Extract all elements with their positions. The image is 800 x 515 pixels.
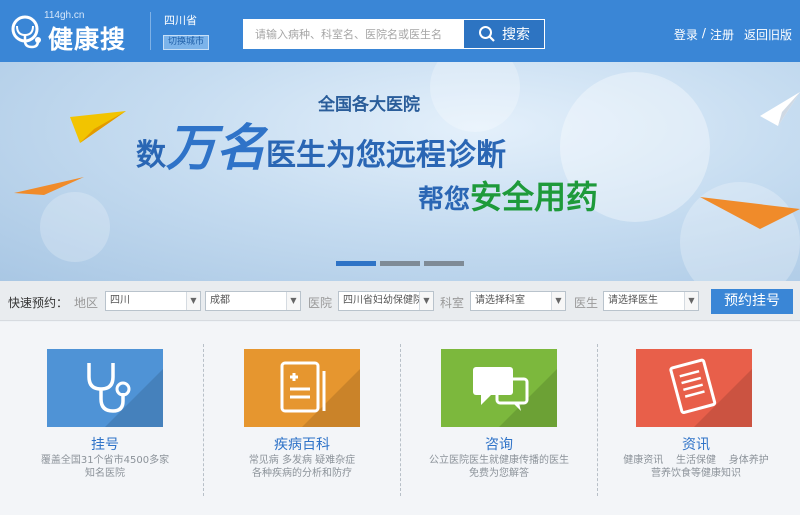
stethoscope-icon [87,363,163,427]
chevron-down-icon: ▼ [186,292,200,310]
quick-booking-bar: 快速预约： 地区 四川 ▼ 成都 ▼ 医院 四川省妇幼保健院 ▼ 科室 请选择科… [0,281,800,321]
feature-title[interactable]: 资讯 [598,434,794,454]
feature-desc-line: 免费为您解答 [469,468,529,479]
chevron-down-icon: ▼ [419,292,433,310]
headline-highlight: 万名 [166,119,266,177]
feature-title[interactable]: 疾病百科 [204,434,400,454]
current-province: 四川省 [164,14,197,27]
top-header: 114gh.cn 健康搜 四川省 切换城市 搜索 登录 / 注册 返回旧版 [0,0,800,62]
feature-consultation: 咨询 公立医院医生就健康传播的医生 免费为您解答 [401,322,597,515]
search-input[interactable] [243,19,463,49]
feature-news: 资讯 健康资讯 生活保健 身体养护 营养饮食等健康知识 [598,322,794,515]
department-select-value: 请选择科室 [475,295,525,306]
feature-registration: 挂号 覆盖全国31个省市4500多家 知名医院 [7,322,203,515]
feature-description: 常见病 多发病 疑难杂症 各种疾病的分析和防疗 [204,454,400,480]
city-select[interactable]: 成都 ▼ [205,291,301,311]
feature-desc-line: 公立医院医生就健康传播的医生 [429,455,569,466]
book-appointment-button[interactable]: 预约挂号 [711,289,793,314]
hospital-label: 医院 [308,296,333,310]
banner-tagline: 帮您安全用药 [418,172,598,218]
feature-desc-line: 各种疾病的分析和防疗 [252,468,352,479]
doctor-label: 医生 [574,296,599,310]
hospital-select[interactable]: 四川省妇幼保健院 ▼ [338,291,434,311]
feature-desc-line: 覆盖全国31个省市4500多家 [40,455,170,466]
feature-title[interactable]: 挂号 [7,434,203,454]
logo-name: 健康搜 [48,25,127,54]
headline-part: 数 [136,138,166,173]
region-label: 地区 [74,296,99,310]
department-select[interactable]: 请选择科室 ▼ [470,291,566,311]
paper-plane-icon [700,197,800,229]
feature-description: 覆盖全国31个省市4500多家 知名医院 [7,454,203,480]
document-icon [280,361,360,427]
carousel-indicators [336,261,464,266]
headline-part: 医生为您远程诊断 [266,138,506,173]
site-logo[interactable]: 114gh.cn 健康搜 [8,10,146,54]
promo-banner[interactable]: 全国各大医院 数万名医生为您远程诊断 帮您安全用药 [0,62,800,281]
feature-description: 公立医院医生就健康传播的医生 免费为您解答 [401,454,597,480]
search-icon [479,26,495,42]
old-version-link[interactable]: 返回旧版 [744,26,792,43]
header-divider [150,12,151,50]
feature-desc-line: 常见病 多发病 疑难杂症 [248,455,356,466]
tagline-highlight: 安全用药 [470,178,599,216]
carousel-dot[interactable] [336,261,376,266]
chat-bubbles-icon [473,367,557,427]
province-select[interactable]: 四川 ▼ [105,291,201,311]
consultation-tile[interactable] [441,349,557,427]
switch-city-button[interactable]: 切换城市 [163,35,209,50]
registration-tile[interactable] [47,349,163,427]
account-links: 登录 / 注册 返回旧版 [674,26,792,43]
newspaper-icon [669,358,752,427]
feature-disease-encyclopedia: 疾病百科 常见病 多发病 疑难杂症 各种疾病的分析和防疗 [204,322,400,515]
doctor-select-value: 请选择医生 [608,295,658,306]
tagline-part: 帮您 [418,185,471,215]
chevron-down-icon: ▼ [551,292,565,310]
link-separator: / [701,26,706,40]
feature-desc-line: 营养饮食等健康知识 [651,468,741,479]
feature-desc-line: 健康资讯 生活保健 身体养护 [623,455,769,466]
search-button[interactable]: 搜索 [463,19,545,49]
doctor-select[interactable]: 请选择医生 ▼ [603,291,699,311]
carousel-dot[interactable] [380,261,420,266]
register-link[interactable]: 注册 [710,26,734,43]
news-tile[interactable] [636,349,752,427]
banner-headline: 数万名医生为您远程诊断 [136,108,506,180]
province-select-value: 四川 [110,295,130,306]
stethoscope-logo-icon [11,15,41,49]
feature-description: 健康资讯 生活保健 身体养护 营养饮食等健康知识 [598,454,794,480]
carousel-dot[interactable] [424,261,464,266]
paper-plane-icon [760,92,800,126]
paper-plane-icon [70,111,126,143]
decor-bubble [40,192,110,262]
paper-plane-icon [14,177,84,195]
login-link[interactable]: 登录 [674,26,698,43]
feature-desc-line: 知名医院 [85,468,125,479]
city-select-value: 成都 [210,295,230,306]
quick-booking-label: 快速预约： [8,296,69,310]
feature-title[interactable]: 咨询 [401,434,597,454]
encyclopedia-tile[interactable] [244,349,360,427]
hospital-select-value: 四川省妇幼保健院 [343,295,423,306]
chevron-down-icon: ▼ [684,292,698,310]
search-button-label: 搜索 [502,27,530,43]
department-label: 科室 [440,296,465,310]
feature-section: 挂号 覆盖全国31个省市4500多家 知名医院 疾病百科 常见病 多发病 疑难杂… [0,322,800,515]
chevron-down-icon: ▼ [286,292,300,310]
